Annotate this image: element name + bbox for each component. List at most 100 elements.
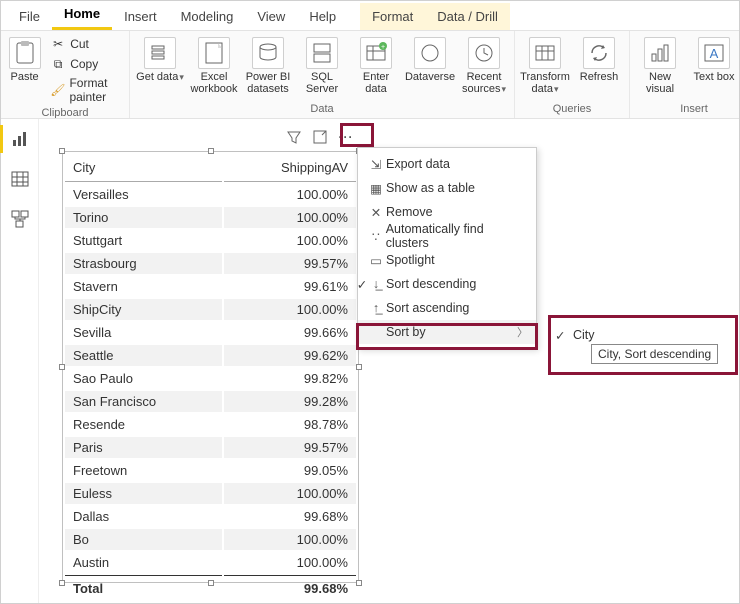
data-table: City ShippingAV Versailles100.00%Torino1…	[63, 152, 358, 601]
spotlight-icon: ▭	[366, 253, 386, 268]
server-icon	[306, 37, 338, 69]
ribbon: Paste ✂Cut ⧉Copy 🖌Format painter Clipboa…	[1, 31, 739, 119]
tab-help[interactable]: Help	[297, 3, 348, 30]
submenu-city[interactable]: ✓City	[551, 324, 735, 346]
menu-remove[interactable]: ✕Remove	[358, 200, 536, 224]
tab-view[interactable]: View	[245, 3, 297, 30]
tab-file[interactable]: File	[7, 3, 52, 30]
data-view-icon[interactable]	[10, 169, 30, 189]
pbi-datasets-button[interactable]: Power BI datasets	[244, 35, 292, 97]
database-icon	[252, 37, 284, 69]
table-row[interactable]: Versailles100.00%	[65, 184, 356, 205]
tab-insert[interactable]: Insert	[112, 3, 169, 30]
table-row[interactable]: Sao Paulo99.82%	[65, 368, 356, 389]
text-box-button[interactable]: AText box	[690, 35, 738, 85]
transform-icon	[529, 37, 561, 69]
table-visual[interactable]: City ShippingAV Versailles100.00%Torino1…	[62, 151, 359, 583]
menu-sort-by[interactable]: Sort by〉	[358, 320, 536, 344]
focus-mode-icon[interactable]	[311, 128, 329, 146]
group-label-clipboard: Clipboard	[7, 105, 123, 119]
table-row[interactable]: Austin100.00%	[65, 552, 356, 573]
menu-sort-ascending[interactable]: ↑̲Sort ascending	[358, 296, 536, 320]
textbox-icon: A	[698, 37, 730, 69]
resize-handle[interactable]	[208, 580, 214, 586]
menu-spotlight[interactable]: ▭Spotlight	[358, 248, 536, 272]
svg-text:A: A	[710, 46, 719, 61]
resize-handle[interactable]	[208, 148, 214, 154]
menu-find-clusters[interactable]: ∵Automatically find clusters	[358, 224, 536, 248]
refresh-button[interactable]: Refresh	[575, 35, 623, 85]
tab-data-drill[interactable]: Data / Drill	[425, 3, 510, 30]
resize-handle[interactable]	[59, 580, 65, 586]
report-view-icon[interactable]	[10, 129, 30, 149]
resize-handle[interactable]	[356, 580, 362, 586]
group-clipboard: Paste ✂Cut ⧉Copy 🖌Format painter Clipboa…	[1, 31, 130, 118]
format-painter-button[interactable]: 🖌Format painter	[48, 75, 123, 105]
table-row[interactable]: Torino100.00%	[65, 207, 356, 228]
table-row[interactable]: ShipCity100.00%	[65, 299, 356, 320]
table-row[interactable]: Dallas99.68%	[65, 506, 356, 527]
group-insert: New visual AText box vi Insert	[630, 31, 739, 118]
group-label-queries: Queries	[521, 101, 623, 116]
new-visual-button[interactable]: New visual	[636, 35, 684, 97]
table-row[interactable]: Seattle99.62%	[65, 345, 356, 366]
group-data: Get data▾ Excel workbook Power BI datase…	[130, 31, 515, 118]
sql-server-button[interactable]: SQL Server	[298, 35, 346, 97]
sort-by-submenu: ✓City City, Sort descending	[551, 318, 735, 372]
submenu-arrow-icon: 〉	[517, 324, 528, 340]
tooltip: City, Sort descending	[591, 344, 718, 364]
get-data-icon	[144, 37, 176, 69]
menu-sort-descending[interactable]: ✓↓̲Sort descending	[358, 272, 536, 296]
svg-text:+: +	[381, 44, 385, 51]
clusters-icon: ∵	[366, 229, 386, 244]
clipboard-icon	[9, 37, 41, 69]
tab-home[interactable]: Home	[52, 0, 112, 30]
ribbon-tabs: File Home Insert Modeling View Help Form…	[1, 1, 739, 31]
group-label-data: Data	[136, 101, 508, 116]
recent-icon	[468, 37, 500, 69]
excel-button[interactable]: Excel workbook	[190, 35, 238, 97]
chart-icon	[644, 37, 676, 69]
copy-button[interactable]: ⧉Copy	[48, 55, 123, 73]
table-row[interactable]: Freetown99.05%	[65, 460, 356, 481]
tab-format[interactable]: Format	[360, 3, 425, 30]
check-icon: ✓	[555, 328, 565, 343]
table-row[interactable]: Paris99.57%	[65, 437, 356, 458]
transform-data-button[interactable]: Transform data▾	[521, 35, 569, 97]
tab-modeling[interactable]: Modeling	[169, 3, 246, 30]
scissors-icon: ✂	[50, 36, 66, 52]
paste-label: Paste	[11, 71, 39, 83]
table-row[interactable]: Bo100.00%	[65, 529, 356, 550]
group-label-insert: Insert	[636, 101, 739, 116]
cut-button[interactable]: ✂Cut	[48, 35, 123, 53]
paste-button[interactable]: Paste	[7, 35, 42, 85]
dataverse-icon	[414, 37, 446, 69]
get-data-button[interactable]: Get data▾	[136, 35, 184, 85]
more-options-icon[interactable]: ···	[337, 128, 355, 146]
resize-handle[interactable]	[356, 364, 362, 370]
col-header-shipping[interactable]: ShippingAV	[224, 154, 356, 182]
table-row[interactable]: Strasbourg99.57%	[65, 253, 356, 274]
visual-context-menu: ⇲Export data ▦Show as a table ✕Remove ∵A…	[357, 147, 537, 349]
menu-show-as-table[interactable]: ▦Show as a table	[358, 176, 536, 200]
table-row[interactable]: Resende98.78%	[65, 414, 356, 435]
table-row[interactable]: Euless100.00%	[65, 483, 356, 504]
model-view-icon[interactable]	[10, 209, 30, 229]
excel-icon	[198, 37, 230, 69]
menu-export-data[interactable]: ⇲Export data	[358, 152, 536, 176]
resize-handle[interactable]	[59, 148, 65, 154]
recent-sources-button[interactable]: Recent sources▾	[460, 35, 508, 97]
table-row[interactable]: San Francisco99.28%	[65, 391, 356, 412]
check-icon: ✓	[356, 277, 368, 292]
copy-icon: ⧉	[50, 56, 66, 72]
col-header-city[interactable]: City	[65, 154, 222, 182]
dataverse-button[interactable]: Dataverse	[406, 35, 454, 85]
enter-data-button[interactable]: +Enter data	[352, 35, 400, 97]
brush-icon: 🖌	[50, 82, 65, 98]
table-row[interactable]: Stavern99.61%	[65, 276, 356, 297]
filter-icon[interactable]	[285, 128, 303, 146]
sort-desc-icon: ↓̲	[366, 277, 386, 291]
table-row[interactable]: Sevilla99.66%	[65, 322, 356, 343]
resize-handle[interactable]	[59, 364, 65, 370]
table-row[interactable]: Stuttgart100.00%	[65, 230, 356, 251]
